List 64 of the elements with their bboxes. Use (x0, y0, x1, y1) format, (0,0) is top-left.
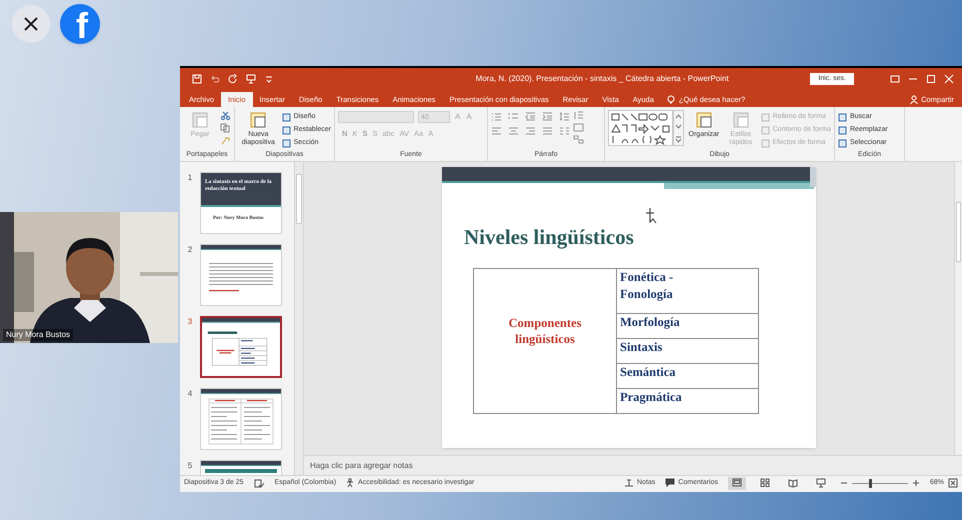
normal-view-icon (732, 478, 742, 488)
slider-thumb[interactable] (868, 478, 872, 488)
increase-indent-icon (542, 112, 553, 121)
book-icon (788, 478, 798, 488)
comment-icon (665, 478, 676, 488)
table-cell: Sintaxis (617, 338, 758, 362)
text-direction-icon (573, 111, 584, 120)
font-name-field[interactable] (338, 111, 414, 123)
slide-number: 5 (186, 460, 194, 472)
scrollbar[interactable] (954, 162, 962, 455)
accessibility-icon (346, 478, 356, 488)
ribbon-options-icon (890, 74, 900, 84)
smartart-icon (573, 135, 584, 144)
command-icon (694, 110, 714, 130)
lightbulb-icon (666, 94, 675, 104)
scissors-icon (220, 111, 231, 120)
close-icon (23, 16, 39, 32)
slide-number: 4 (186, 388, 194, 400)
move-cursor-icon (645, 207, 657, 224)
align-left-icon (491, 127, 502, 136)
customize-icon (264, 74, 274, 84)
presentation-icon (246, 74, 256, 84)
format-painter-icon (220, 136, 231, 145)
command-icon (190, 110, 210, 130)
decrease-indent-icon (525, 112, 536, 121)
table-cell: Morfología (617, 312, 758, 338)
redo-icon (228, 74, 238, 84)
copy-icon (220, 123, 231, 133)
align-right-icon (525, 127, 536, 136)
scrollbar[interactable] (294, 162, 303, 475)
table-cell: Pragmática (617, 388, 758, 412)
zoom-in-icon (912, 479, 920, 487)
line-spacing-icon (559, 112, 570, 121)
notes-field[interactable]: Haga clic para agregar notas (310, 460, 413, 472)
facebook-logo: f (60, 4, 100, 44)
shapes-gallery[interactable] (608, 110, 684, 146)
person-icon (910, 94, 918, 104)
columns-icon (559, 127, 570, 136)
window-title: Mora, N. (2020). Presentación - sintaxis _ Cátedra abierta - PowerPoint (474, 73, 730, 85)
undo-icon (210, 74, 220, 84)
slide-title: Niveles lingüísticos (463, 224, 635, 251)
spelling-icon (254, 478, 265, 488)
justify-icon (542, 127, 553, 136)
slide-number: 1 (186, 172, 194, 184)
notes-icon (624, 478, 634, 488)
view-button[interactable] (728, 476, 746, 490)
command-icon (730, 110, 751, 130)
grid-view-icon (760, 478, 770, 488)
fit-to-window-icon (948, 478, 958, 488)
table-cell-text: Fonética - Fonología (619, 268, 674, 303)
table-cell-text: Componentes lingüísticos (508, 314, 582, 346)
align-text-icon (573, 123, 584, 132)
close-icon (944, 74, 954, 84)
table-cell: Semántica (617, 362, 758, 388)
align-center-icon (508, 127, 519, 136)
slide-number: 2 (186, 244, 194, 256)
bullet-list-icon (491, 112, 502, 121)
projector-icon (816, 478, 826, 488)
close-button[interactable] (12, 5, 50, 43)
slide-number: 3 (186, 316, 194, 328)
save-icon (192, 74, 202, 84)
maximize-icon (926, 74, 936, 84)
numbered-list-icon (508, 112, 519, 121)
command-icon (248, 110, 268, 130)
